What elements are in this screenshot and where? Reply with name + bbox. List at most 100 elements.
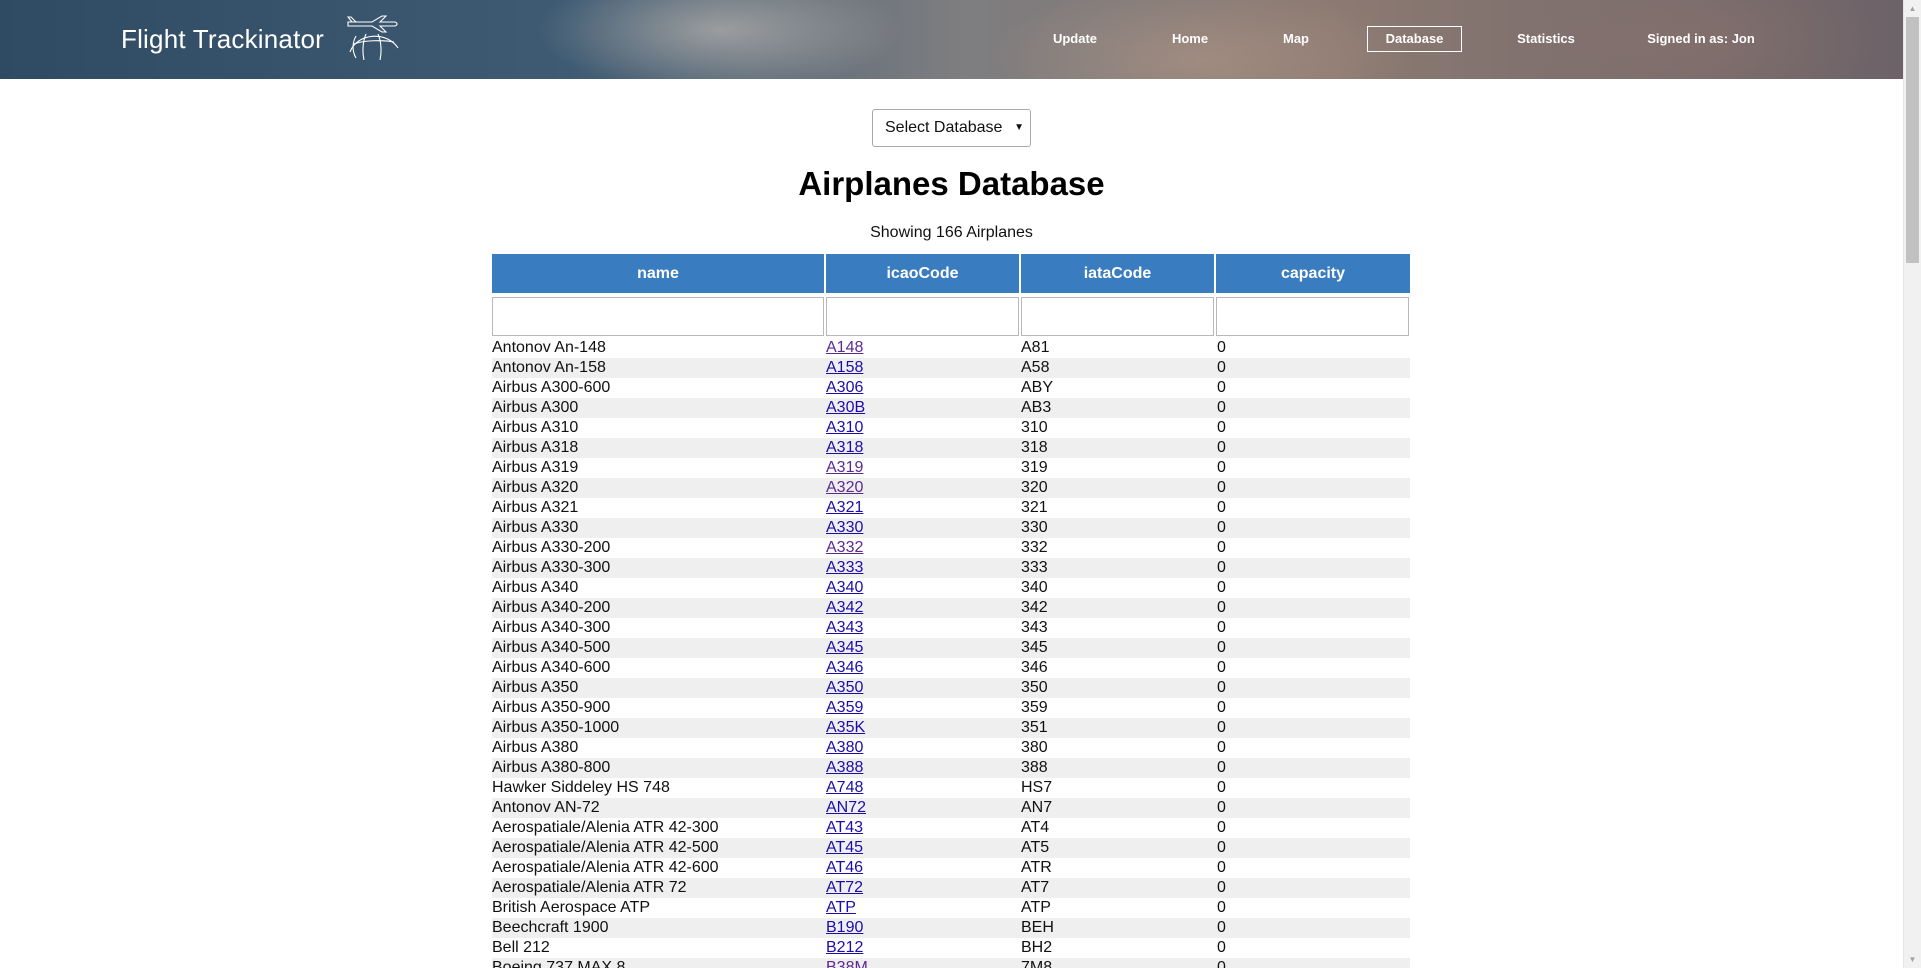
cell-name: Antonov An-148 <box>492 339 606 356</box>
nav-statistics[interactable]: Statistics <box>1506 26 1586 52</box>
icao-code-link[interactable]: A332 <box>825 539 863 556</box>
icao-code-link[interactable]: A346 <box>825 659 863 676</box>
icao-code-link[interactable]: A306 <box>825 379 863 396</box>
cell-capacity: 0 <box>1217 579 1226 596</box>
table-row: Airbus A340-300 A343 343 0 <box>492 618 1410 638</box>
icao-code-link[interactable]: B38M <box>825 959 868 968</box>
icao-code-link[interactable]: ATP <box>825 899 856 916</box>
cell-name: Airbus A340-300 <box>492 619 611 636</box>
cell-iata: 330 <box>1020 518 1215 538</box>
cell-capacity: 0 <box>1217 939 1226 956</box>
icao-code-link[interactable]: A148 <box>825 339 863 356</box>
column-header-iata[interactable]: iataCode <box>1020 254 1216 293</box>
cell-icao: A345 <box>825 638 1020 658</box>
cell-iata: HS7 <box>1021 779 1053 796</box>
cell-icao: A332 <box>825 538 1020 558</box>
icao-code-link[interactable]: A35K <box>825 719 865 736</box>
icao-code-link[interactable]: A319 <box>825 459 863 476</box>
cell-name: Airbus A321 <box>492 499 579 516</box>
cell-name: Airbus A380-800 <box>492 758 825 778</box>
filter-capacity-input[interactable] <box>1216 297 1409 336</box>
nav-home[interactable]: Home <box>1157 26 1223 52</box>
cell-icao: A359 <box>825 698 1020 718</box>
page-title: Airplanes Database <box>798 165 1105 202</box>
cell-capacity: 0 <box>1217 779 1226 796</box>
icao-code-link[interactable]: AT45 <box>825 839 863 856</box>
icao-code-link[interactable]: A359 <box>825 699 863 716</box>
icao-code-link[interactable]: A748 <box>825 779 863 796</box>
cell-name: Bell 212 <box>492 939 550 956</box>
cell-icao: A158 <box>825 358 1020 378</box>
icao-code-link[interactable]: A380 <box>825 739 863 756</box>
icao-code-link[interactable]: A330 <box>825 519 863 536</box>
cell-name: Airbus A300-600 <box>492 379 611 396</box>
icao-code-link[interactable]: AT46 <box>825 859 863 876</box>
cell-capacity: 0 <box>1215 398 1410 418</box>
table-row: Aerospatiale/Alenia ATR 72 AT72 AT7 0 <box>492 878 1410 898</box>
icao-code-link[interactable]: A320 <box>825 479 863 496</box>
icao-code-link[interactable]: A340 <box>825 579 863 596</box>
cell-capacity: 0 <box>1215 598 1410 618</box>
scroll-down-icon[interactable]: ▼ <box>1904 951 1921 968</box>
cell-iata: A81 <box>1021 339 1050 356</box>
database-select[interactable]: Select Database ▼ <box>872 109 1031 147</box>
icao-code-link[interactable]: AT43 <box>825 819 863 836</box>
cell-iata: 333 <box>1020 558 1215 578</box>
column-header-capacity[interactable]: capacity <box>1215 254 1410 293</box>
scroll-up-icon[interactable]: ▲ <box>1904 0 1921 17</box>
icao-code-link[interactable]: A345 <box>825 639 863 656</box>
cell-icao: A748 <box>825 778 1020 798</box>
cell-iata: 388 <box>1020 758 1215 778</box>
cell-capacity: 0 <box>1217 859 1226 876</box>
cell-icao: A310 <box>825 418 1020 438</box>
cell-icao: A380 <box>825 738 1020 758</box>
cell-iata: 345 <box>1020 638 1215 658</box>
table-row: Beechcraft 1900 B190 BEH 0 <box>492 918 1410 938</box>
icao-code-link[interactable]: AN72 <box>825 799 866 816</box>
cell-iata: AT5 <box>1020 838 1215 858</box>
table-row: Airbus A330-200 A332 332 0 <box>492 538 1410 558</box>
icao-code-link[interactable]: A30B <box>825 399 865 416</box>
cell-iata: 342 <box>1020 598 1215 618</box>
cell-name: Aerospatiale/Alenia ATR 42-300 <box>492 819 719 836</box>
filter-cell-icao <box>825 293 1021 338</box>
icao-code-link[interactable]: A333 <box>825 559 863 576</box>
icao-code-link[interactable]: AT72 <box>825 879 863 896</box>
icao-code-link[interactable]: A318 <box>825 439 863 456</box>
cell-capacity: 0 <box>1217 459 1226 476</box>
cell-iata: 320 <box>1020 478 1215 498</box>
nav-map[interactable]: Map <box>1263 26 1329 52</box>
table-row: Airbus A350-1000 A35K 351 0 <box>492 718 1410 738</box>
column-header-icao[interactable]: icaoCode <box>825 254 1021 293</box>
icao-code-link[interactable]: B212 <box>825 939 863 956</box>
column-header-name[interactable]: name <box>492 254 826 293</box>
icao-code-link[interactable]: A350 <box>825 679 863 696</box>
icao-code-link[interactable]: A321 <box>825 499 863 516</box>
icao-code-link[interactable]: B190 <box>825 919 863 936</box>
vertical-scrollbar[interactable]: ▲ ▼ <box>1903 0 1921 968</box>
cell-icao: AN72 <box>825 798 1020 818</box>
filter-icao-input[interactable] <box>826 297 1019 336</box>
nav-database[interactable]: Database <box>1367 26 1462 52</box>
airplanes-table: name icaoCode iataCode capacity Antonov … <box>492 254 1411 968</box>
filter-iata-input[interactable] <box>1021 297 1214 336</box>
cell-name: Aerospatiale/Alenia ATR 42-500 <box>492 838 825 858</box>
nav-update[interactable]: Update <box>1041 26 1109 52</box>
icao-code-link[interactable]: A343 <box>825 619 863 636</box>
nav-signed-in-user[interactable]: Signed in as: Jon <box>1640 26 1762 52</box>
cell-capacity: 0 <box>1215 758 1410 778</box>
icao-code-link[interactable]: A158 <box>825 359 863 376</box>
cell-capacity: 0 <box>1217 739 1226 756</box>
cell-capacity: 0 <box>1215 918 1410 938</box>
icao-code-link[interactable]: A342 <box>825 599 863 616</box>
filter-cell-capacity <box>1215 293 1411 338</box>
cell-iata: AN7 <box>1020 798 1215 818</box>
cell-name: Airbus A350 <box>492 678 825 698</box>
icao-code-link[interactable]: A388 <box>825 759 863 776</box>
site-title[interactable]: Flight Trackinator <box>121 24 324 55</box>
cell-icao: A321 <box>825 498 1020 518</box>
filter-name-input[interactable] <box>492 297 824 336</box>
scrollbar-thumb[interactable] <box>1906 17 1919 263</box>
cell-name: Airbus A380 <box>492 739 579 756</box>
icao-code-link[interactable]: A310 <box>825 419 863 436</box>
